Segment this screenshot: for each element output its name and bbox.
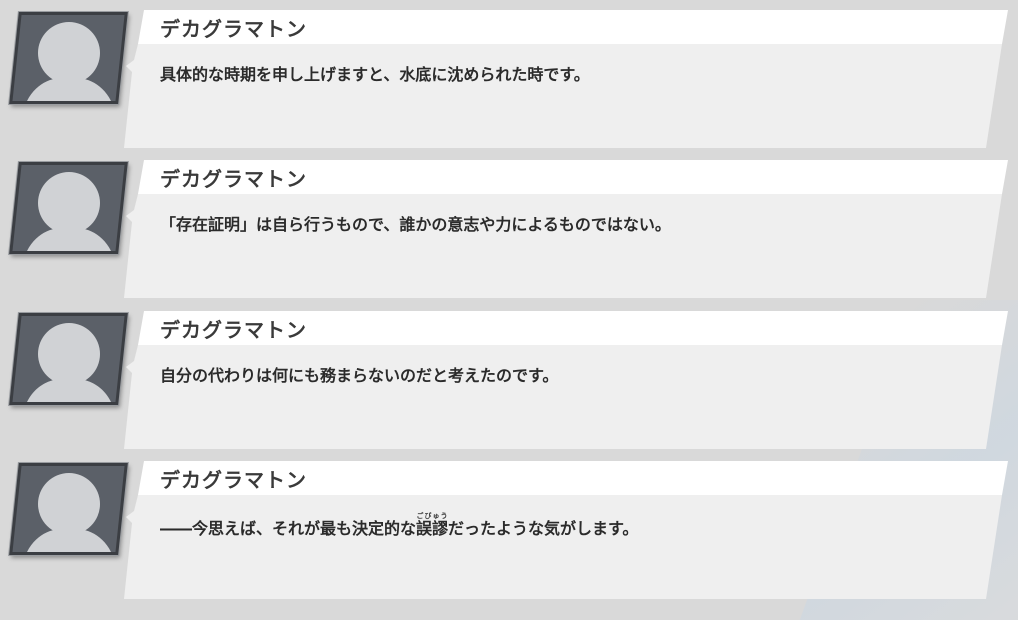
log-entry: デカグラマトン 「存在証明」は自ら行うもので、誰かの意志や力によるものではない。 <box>0 150 1018 300</box>
log-entry: デカグラマトン 自分の代わりは何にも務まらないのだと考えたのです。 <box>0 301 1018 451</box>
dialogue-text-after: だったような気がします。 <box>448 519 639 538</box>
dialogue-text: 「存在証明」は自ら行うもので、誰かの意志や力によるものではない。 <box>160 215 671 234</box>
ruby-annotation: 誤謬ごびゅう <box>416 512 449 538</box>
person-silhouette-icon <box>27 473 111 552</box>
avatar <box>9 313 128 405</box>
log-entry: デカグラマトン ――今思えば、それが最も決定的な誤謬ごびゅうだったような気がしま… <box>0 451 1018 601</box>
dialogue-bubble: デカグラマトン ――今思えば、それが最も決定的な誤謬ごびゅうだったような気がしま… <box>124 461 1008 599</box>
dialogue-bubble: デカグラマトン 「存在証明」は自ら行うもので、誰かの意志や力によるものではない。 <box>124 160 1008 298</box>
dialogue-text-before: ――今思えば、それが最も決定的な <box>160 519 417 538</box>
dialogue-text: ――今思えば、それが最も決定的な誤謬ごびゅうだったような気がします。 <box>160 512 638 539</box>
speaker-name: デカグラマトン <box>160 17 307 41</box>
avatar <box>9 162 128 254</box>
person-silhouette-icon <box>27 323 111 402</box>
dialogue-text: 自分の代わりは何にも務まらないのだと考えたのです。 <box>160 366 559 385</box>
avatar <box>9 463 128 555</box>
person-silhouette-icon <box>27 22 111 101</box>
speaker-name: デカグラマトン <box>160 468 307 492</box>
log-entry: デカグラマトン 具体的な時期を申し上げますと、水底に沈められた時です。 <box>0 0 1018 150</box>
dialogue-log[interactable]: デカグラマトン 具体的な時期を申し上げますと、水底に沈められた時です。 デカグラ… <box>0 0 1018 599</box>
dialogue-bubble: デカグラマトン 自分の代わりは何にも務まらないのだと考えたのです。 <box>124 311 1008 449</box>
dialogue-bubble: デカグラマトン 具体的な時期を申し上げますと、水底に沈められた時です。 <box>124 10 1008 148</box>
dialogue-text: 具体的な時期を申し上げますと、水底に沈められた時です。 <box>160 65 590 84</box>
speaker-name: デカグラマトン <box>160 167 307 191</box>
speaker-name: デカグラマトン <box>160 318 307 342</box>
ruby-reading: ごびゅう <box>416 512 449 520</box>
avatar <box>9 12 128 104</box>
ruby-base: 誤謬 <box>416 519 449 538</box>
person-silhouette-icon <box>27 172 111 251</box>
